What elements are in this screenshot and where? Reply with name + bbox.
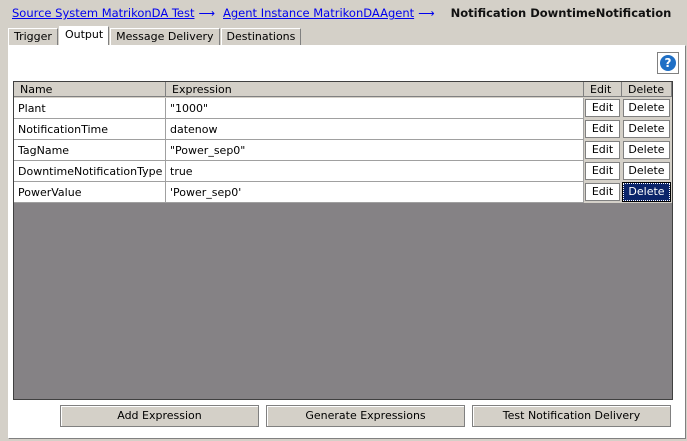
breadcrumb-agent-instance-link[interactable]: Agent Instance MatrikonDAAgent (223, 6, 414, 20)
table-row[interactable]: TagName "Power_sep0" Edit Delete (14, 140, 672, 161)
delete-cell: Delete (622, 98, 672, 119)
delete-cell: Delete (622, 161, 672, 182)
grid-header: Name Expression Edit Delete (14, 82, 672, 98)
help-button[interactable]: ? (657, 52, 679, 74)
table-row[interactable]: PowerValue 'Power_sep0' Edit Delete (14, 182, 672, 203)
tab-trigger[interactable]: Trigger (8, 28, 58, 45)
edit-button[interactable]: Edit (585, 162, 620, 180)
cell-expression[interactable]: "1000" (166, 98, 584, 119)
cell-name[interactable]: NotificationTime (14, 119, 166, 140)
cell-expression[interactable]: true (166, 161, 584, 182)
column-header-delete[interactable]: Delete (622, 82, 672, 97)
delete-button[interactable]: Delete (623, 141, 670, 159)
breadcrumb: Source System MatrikonDA Test ⟶ Agent Inst… (12, 6, 671, 22)
test-notification-delivery-button[interactable]: Test Notification Delivery (472, 405, 671, 427)
cell-expression[interactable]: "Power_sep0" (166, 140, 584, 161)
edit-cell: Edit (584, 140, 622, 161)
breadcrumb-current-notification: Notification DowntimeNotification (450, 6, 672, 20)
delete-button[interactable]: Delete (623, 120, 670, 138)
expressions-grid: Name Expression Edit Delete Plant "1000"… (13, 81, 673, 400)
tab-message-delivery[interactable]: Message Delivery (110, 28, 220, 45)
delete-button-selected[interactable]: Delete (622, 182, 671, 202)
tab-output[interactable]: Output (58, 26, 110, 45)
edit-button[interactable]: Edit (585, 99, 620, 117)
table-row[interactable]: Plant "1000" Edit Delete (14, 98, 672, 119)
edit-cell: Edit (584, 182, 622, 203)
cell-name[interactable]: Plant (14, 98, 166, 119)
edit-cell: Edit (584, 98, 622, 119)
breadcrumb-arrow-icon: ⟶ (418, 6, 435, 20)
breadcrumb-arrow-icon: ⟶ (198, 6, 216, 20)
edit-button[interactable]: Edit (585, 183, 620, 201)
delete-cell: Delete (622, 182, 672, 203)
delete-button[interactable]: Delete (623, 99, 670, 117)
table-row[interactable]: NotificationTime datenow Edit Delete (14, 119, 672, 140)
cell-name[interactable]: PowerValue (14, 182, 166, 203)
delete-button[interactable]: Delete (623, 162, 670, 180)
delete-cell: Delete (622, 119, 672, 140)
tab-destinations[interactable]: Destinations (220, 28, 302, 45)
tab-bar: Trigger Output Message Delivery Destinat… (8, 26, 302, 46)
table-row[interactable]: DowntimeNotificationType true Edit Delet… (14, 161, 672, 182)
edit-button[interactable]: Edit (585, 141, 620, 159)
column-header-expression[interactable]: Expression (166, 82, 584, 97)
cell-expression[interactable]: datenow (166, 119, 584, 140)
cell-expression[interactable]: 'Power_sep0' (166, 182, 584, 203)
edit-cell: Edit (584, 161, 622, 182)
add-expression-button[interactable]: Add Expression (60, 405, 259, 427)
generate-expressions-button[interactable]: Generate Expressions (266, 405, 465, 427)
edit-cell: Edit (584, 119, 622, 140)
column-header-edit[interactable]: Edit (584, 82, 622, 97)
column-header-name[interactable]: Name (14, 82, 166, 97)
breadcrumb-source-system-link[interactable]: Source System MatrikonDA Test (12, 6, 195, 20)
cell-name[interactable]: TagName (14, 140, 166, 161)
help-icon: ? (660, 55, 676, 71)
delete-cell: Delete (622, 140, 672, 161)
edit-button[interactable]: Edit (585, 120, 620, 138)
cell-name[interactable]: DowntimeNotificationType (14, 161, 166, 182)
